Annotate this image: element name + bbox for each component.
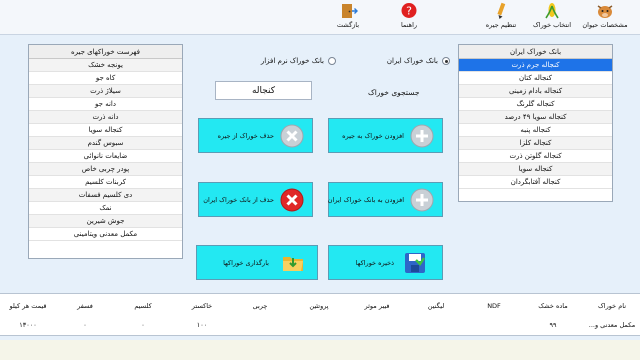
add-to-ration-label: افزودن خوراک به جیره: [342, 131, 404, 140]
table-cell[interactable]: ۱۳۰۰۰: [3, 321, 53, 329]
radio-iran-bank-label: بانک خوراک ایران: [386, 57, 438, 65]
save-feeds-button[interactable]: ذخیره خوراکها: [328, 245, 443, 280]
ration-feed-item[interactable]: مکمل معدنی ویتامینی: [29, 228, 182, 241]
ration-feed-item[interactable]: کنجاله سویا: [29, 124, 182, 137]
add-icon: [410, 188, 434, 212]
load-feeds-label: بارگذاری خوراکها: [223, 258, 269, 267]
table-cell[interactable]: مکمل معدنی و...: [587, 321, 637, 329]
feed-bank-list[interactable]: بانک خوراک ایران کنجاله جرم ذرت کنجاله کت…: [458, 44, 613, 202]
load-feeds-button[interactable]: بارگذاری خوراکها: [196, 245, 318, 280]
back-label: بازگشت: [336, 21, 360, 29]
feed-bank-item[interactable]: کنجاله پنبه: [459, 124, 612, 137]
table-column-header[interactable]: ماده خشک: [528, 302, 578, 310]
ration-feed-item[interactable]: کاه جو: [29, 72, 182, 85]
status-area: [0, 340, 640, 360]
feed-bank-list-header: بانک خوراک ایران: [459, 45, 612, 59]
ration-feed-item[interactable]: دانه جو: [29, 98, 182, 111]
remove-from-ration-label: حذف خوراک از جیره: [217, 131, 274, 140]
table-column-header[interactable]: کلسیم: [118, 302, 168, 310]
remove-from-bank-label: حذف از بانک خوراک ایران: [203, 195, 274, 204]
help-button[interactable]: ? راهنما: [384, 2, 434, 33]
ration-feed-item[interactable]: ضایعات نانوائی: [29, 150, 182, 163]
remove-icon: [280, 124, 304, 148]
ration-feed-item[interactable]: یونجه خشک: [29, 59, 182, 72]
add-icon: [410, 124, 434, 148]
table-column-header[interactable]: فسفر: [60, 302, 110, 310]
table-cell[interactable]: ۱۰۰: [177, 321, 227, 329]
table-column-header[interactable]: خاکستر: [177, 302, 227, 310]
feed-bank-item[interactable]: کنجاله آفتابگردان: [459, 176, 612, 189]
feed-bank-item[interactable]: کنجاله سویا ۴۹ درصد: [459, 111, 612, 124]
remove-from-bank-button[interactable]: حذف از بانک خوراک ایران: [198, 182, 313, 217]
feed-bank-item[interactable]: کنجاله سویا: [459, 163, 612, 176]
ration-feed-item[interactable]: پودر چربی خاص: [29, 163, 182, 176]
ration-feed-item[interactable]: نمک: [29, 202, 182, 215]
svg-text:?: ?: [406, 5, 412, 18]
help-label: راهنما: [400, 21, 418, 29]
ration-feed-list[interactable]: فهرست خوراکهای جیره یونجه خشک کاه جو سیلاژ…: [28, 44, 183, 259]
save-feeds-label: ذخیره خوراکها: [355, 258, 394, 267]
back-button[interactable]: بازگشت: [323, 2, 373, 33]
cow-icon: [597, 5, 613, 18]
help-icon: ?: [401, 3, 417, 18]
table-column-header[interactable]: NDF: [469, 302, 519, 310]
feed-bank-item[interactable]: کنجاله کلزا: [459, 137, 612, 150]
save-icon: [405, 253, 425, 273]
ration-feed-item[interactable]: سیلاژ ذرت: [29, 85, 182, 98]
table-column-header[interactable]: پروتئین: [294, 302, 344, 310]
radio-iran-bank-dot[interactable]: [442, 57, 450, 65]
feed-bank-item[interactable]: کنجاله کتان: [459, 72, 612, 85]
add-to-ration-button[interactable]: افزودن خوراک به جیره: [328, 118, 443, 153]
pencil-icon: [497, 2, 506, 19]
ration-button[interactable]: تنظیم جیره: [476, 2, 526, 33]
folder-icon: [283, 257, 303, 271]
table-column-header[interactable]: قیمت هر کیلو: [3, 302, 53, 310]
ration-feed-list-header: فهرست خوراکهای جیره: [29, 45, 182, 59]
radio-software-bank[interactable]: بانک خوراک نرم افزار: [232, 56, 336, 66]
ration-feed-item[interactable]: سبوس گندم: [29, 137, 182, 150]
table-column-header[interactable]: نام خوراک: [587, 302, 637, 310]
table-cell[interactable]: ۰: [60, 321, 110, 329]
table-column-header[interactable]: لیگنین: [411, 302, 461, 310]
ration-feed-item[interactable]: دی کلسیم فسفات: [29, 189, 182, 202]
ration-feed-item[interactable]: کربنات کلسیم: [29, 176, 182, 189]
feed-bank-item[interactable]: کنجاله گلرنگ: [459, 98, 612, 111]
radio-software-bank-label: بانک خوراک نرم افزار: [260, 57, 324, 65]
animal-specs-button[interactable]: مشخصات حیوان: [580, 2, 630, 33]
radio-software-bank-dot[interactable]: [328, 57, 336, 65]
radio-iran-bank[interactable]: بانک خوراک ایران: [380, 56, 450, 66]
search-input[interactable]: [215, 81, 312, 100]
exit-door-icon: [342, 4, 358, 18]
feed-bank-item[interactable]: کنجاله جرم ذرت: [459, 59, 612, 72]
ration-feed-item[interactable]: دانه ذرت: [29, 111, 182, 124]
ration-feed-item[interactable]: جوش شیرین: [29, 215, 182, 228]
remove-from-ration-button[interactable]: حذف خوراک از جیره: [198, 118, 313, 153]
feed-bank-item[interactable]: کنجاله بادام زمینی: [459, 85, 612, 98]
feed-data-table[interactable]: نام خوراک ماده خشک NDF لیگنین فیبر موثر پروتئ…: [0, 293, 640, 336]
table-cell[interactable]: ۹۹: [528, 321, 578, 329]
toolbar: مشخصات حیوان انتخاب خوراک تنظیم جیره ? ر…: [0, 0, 640, 35]
delete-icon: [280, 188, 304, 212]
search-label: جستجوی خوراک: [368, 88, 420, 97]
corn-icon: [545, 3, 559, 19]
table-cell[interactable]: ۰: [118, 321, 168, 329]
ration-label: تنظیم جیره: [485, 21, 517, 29]
feed-select-button[interactable]: انتخاب خوراک: [527, 2, 577, 33]
table-column-header[interactable]: فیبر موثر: [352, 302, 402, 310]
feed-select-label: انتخاب خوراک: [532, 21, 572, 29]
feed-bank-item[interactable]: کنجاله گلوتن ذرت: [459, 150, 612, 163]
add-to-bank-label: افزودن به بانک خوراک ایران: [327, 195, 404, 204]
animal-specs-label: مشخصات حیوان: [582, 21, 628, 29]
table-column-header[interactable]: چربی: [235, 302, 285, 310]
add-to-bank-button[interactable]: افزودن به بانک خوراک ایران: [328, 182, 443, 217]
